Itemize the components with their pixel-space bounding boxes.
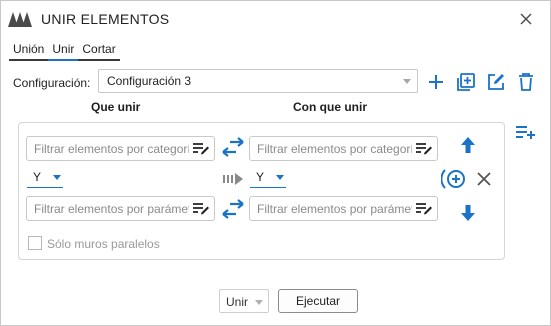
right-parameter-filter-placeholder: Filtrar elementos por parámetro	[257, 202, 412, 216]
parallel-walls-label: Sólo muros paralelos	[47, 237, 160, 251]
swap-category-button[interactable]	[221, 136, 245, 158]
chevron-down-icon	[255, 300, 263, 305]
right-category-filter-placeholder: Filtrar elementos por categoría	[257, 142, 412, 156]
add-rule-button[interactable]	[514, 122, 538, 142]
close-icon	[477, 172, 491, 186]
forward-arrow-icon	[223, 173, 243, 185]
mode-select[interactable]: Unir	[219, 289, 269, 313]
right-category-filter-input[interactable]: Filtrar elementos por categoría	[249, 136, 438, 161]
move-up-button[interactable]	[457, 134, 479, 156]
right-parameter-filter-edit-button[interactable]	[414, 200, 434, 218]
chevron-down-icon	[276, 175, 284, 180]
add-config-button[interactable]	[425, 71, 447, 93]
filter-edit-icon	[416, 203, 432, 215]
duplicate-icon	[457, 73, 475, 91]
add-list-icon	[516, 126, 535, 139]
left-parameter-filter-input[interactable]: Filtrar elementos por parámetro	[26, 196, 215, 221]
mode-select-value: Unir	[226, 295, 249, 309]
left-operator-value: Y	[33, 170, 42, 184]
left-column-header: Que unir	[91, 100, 141, 114]
add-icon	[429, 75, 443, 89]
swap-parameter-button[interactable]	[221, 198, 245, 220]
move-down-button[interactable]	[457, 202, 479, 224]
duplicate-config-button[interactable]	[455, 71, 477, 93]
config-label: Configuración:	[13, 76, 91, 90]
tab-bar: Unión Unir Cortar	[9, 41, 120, 61]
tab-unir[interactable]: Unir	[48, 41, 79, 61]
arrow-up-icon	[461, 137, 475, 153]
right-operator-value: Y	[256, 170, 265, 184]
app-logo-icon	[7, 9, 33, 29]
left-parameter-filter-edit-button[interactable]	[191, 200, 211, 218]
left-category-filter-input[interactable]: Filtrar elementos por categoría	[26, 136, 215, 161]
tab-union[interactable]: Unión	[9, 41, 49, 61]
execute-button[interactable]: Ejecutar	[278, 289, 358, 313]
swap-arrows-icon	[222, 199, 244, 219]
filter-edit-icon	[193, 203, 209, 215]
filter-edit-icon	[193, 143, 209, 155]
right-category-filter-edit-button[interactable]	[414, 140, 434, 158]
add-condition-button[interactable]	[441, 166, 467, 192]
edit-config-button[interactable]	[485, 71, 507, 93]
delete-config-button[interactable]	[515, 71, 537, 93]
remove-condition-button[interactable]	[473, 168, 495, 190]
arrow-down-icon	[461, 205, 475, 221]
left-parameter-filter-placeholder: Filtrar elementos por parámetro	[34, 202, 189, 216]
left-category-filter-placeholder: Filtrar elementos por categoría	[34, 142, 189, 156]
right-operator-select[interactable]: Y	[250, 168, 286, 188]
right-parameter-filter-input[interactable]: Filtrar elementos por parámetro	[249, 196, 438, 221]
dialog-window: UNIR ELEMENTOS Unión Unir Cortar Configu…	[0, 0, 551, 326]
chevron-down-icon	[53, 175, 61, 180]
add-circle-icon	[441, 169, 465, 189]
left-operator-select[interactable]: Y	[27, 168, 63, 188]
tab-cortar[interactable]: Cortar	[78, 41, 120, 61]
config-select[interactable]: Configuración 3	[98, 69, 418, 93]
filter-edit-icon	[416, 143, 432, 155]
window-title: UNIR ELEMENTOS	[41, 11, 170, 27]
parallel-walls-checkbox[interactable]	[28, 236, 42, 250]
config-selected-value: Configuración 3	[107, 74, 192, 88]
right-column-header: Con que unir	[293, 100, 367, 114]
chevron-down-icon	[403, 79, 411, 84]
delete-icon	[519, 73, 533, 91]
close-button[interactable]	[514, 7, 538, 31]
edit-icon	[488, 74, 504, 90]
copy-operator-button[interactable]	[222, 170, 244, 188]
swap-arrows-icon	[222, 137, 244, 157]
close-icon	[520, 13, 532, 25]
left-category-filter-edit-button[interactable]	[191, 140, 211, 158]
